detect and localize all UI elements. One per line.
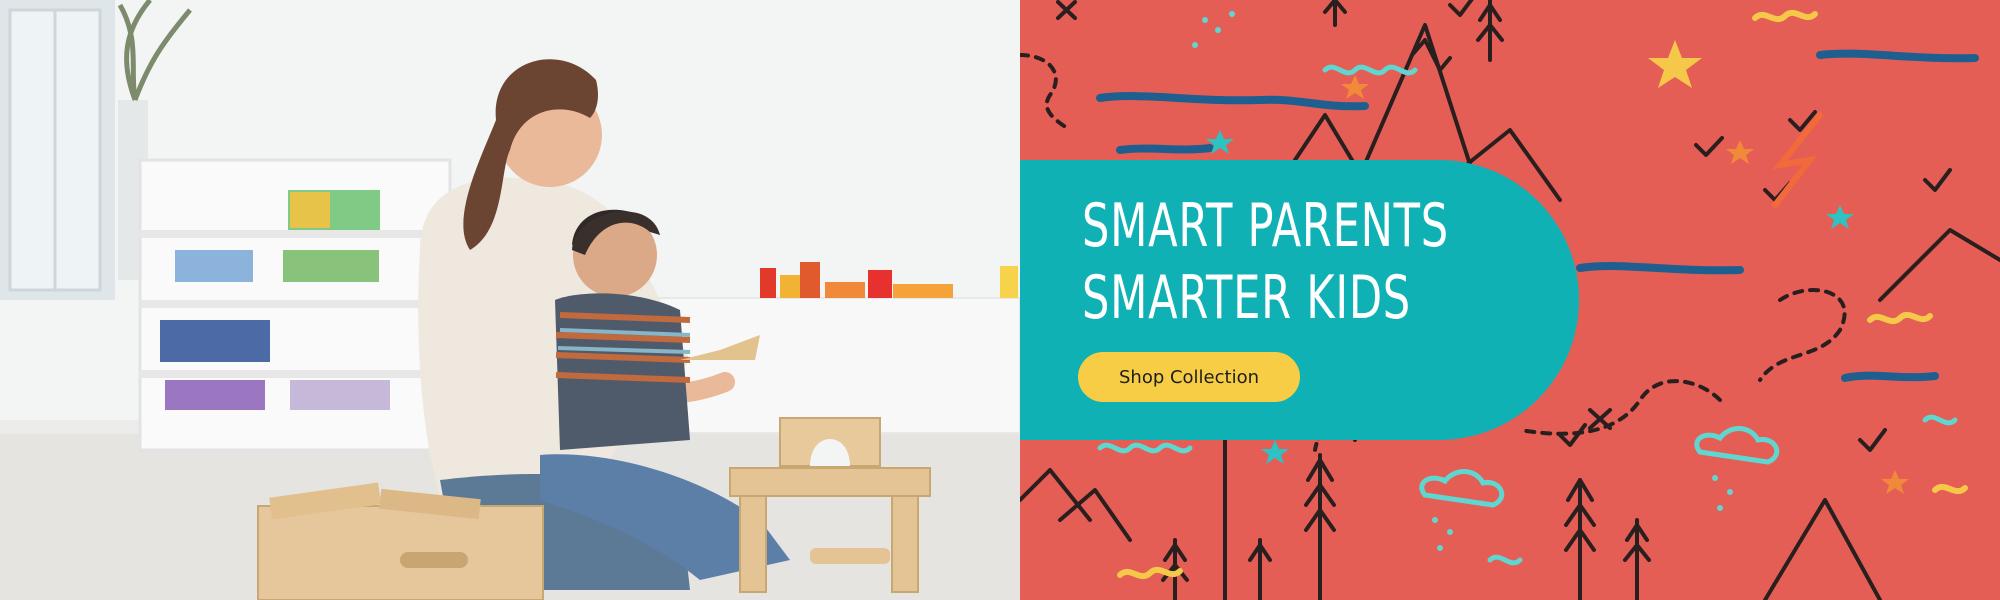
hero-headline: Smart Parents Smarter Kids	[1082, 190, 1579, 334]
hero-banner: Smart Parents Smarter Kids Shop Collecti…	[0, 0, 2000, 600]
headline-line-2: Smarter Kids	[1082, 263, 1411, 333]
shop-collection-button[interactable]: Shop Collection	[1078, 352, 1300, 402]
hero-content-card: Smart Parents Smarter Kids Shop Collecti…	[1020, 160, 1579, 440]
hero-photo	[0, 0, 1020, 600]
mother-child-blocks-illustration	[0, 0, 1020, 600]
headline-line-1: Smart Parents	[1082, 191, 1449, 261]
